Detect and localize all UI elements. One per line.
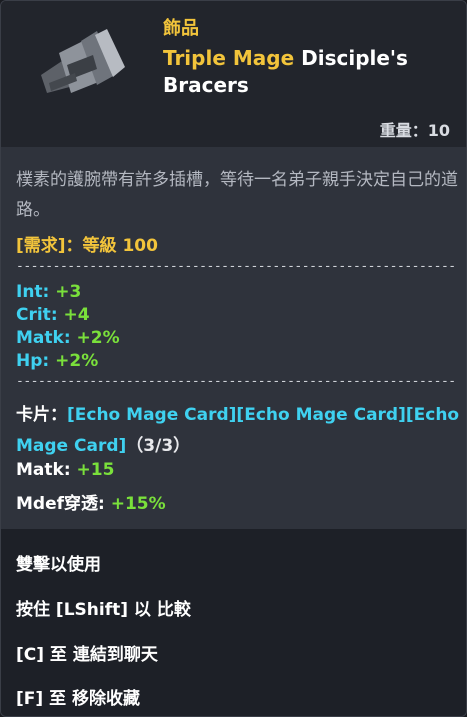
stat-matk: Matk: +2% — [16, 327, 120, 349]
stat-key: Matk: — [16, 328, 77, 348]
action-remove-favorite-hint: [F] 至 移除收藏 — [16, 689, 140, 709]
item-weight: 重量：10 — [379, 121, 450, 140]
bonus-value: +15% — [110, 494, 166, 514]
stat-int: Int: +3 — [16, 281, 81, 303]
separator: ----------------------------------------… — [16, 374, 456, 389]
stat-key: Crit: — [16, 305, 64, 325]
action-compare-hint: 按住 [LShift] 以 比較 — [16, 600, 191, 620]
tooltip-body: 樸素的護腕帶有許多插槽，等待一名弟子親手決定自己的道路。 [需求]：等級 100… — [1, 147, 466, 529]
card-bonus-matk: Matk: +15 — [16, 460, 114, 480]
stat-key: Int: — [16, 282, 56, 302]
card-slots: 卡片：[Echo Mage Card][Echo Mage Card][Echo… — [16, 400, 461, 462]
item-description: 樸素的護腕帶有許多插槽，等待一名弟子親手決定自己的道路。 — [16, 170, 458, 220]
item-category: 飾品 — [163, 18, 199, 39]
stat-value: +3 — [55, 282, 82, 302]
tooltip-header: 飾品 Triple Mage Disciple's Bracers 重量：10 — [1, 1, 466, 147]
item-title-prefix: Triple Mage — [163, 46, 295, 70]
card-count: （3/3） — [126, 436, 191, 456]
stat-crit: Crit: +4 — [16, 304, 90, 326]
tooltip-actions: 雙擊以使用 按住 [LShift] 以 比較 [C] 至 連結到聊天 [F] 至… — [1, 529, 466, 716]
stat-hp: Hp: +2% — [16, 350, 98, 372]
stat-value: +2% — [76, 328, 120, 348]
item-requirement: [需求]：等級 100 — [16, 236, 158, 256]
action-link-chat-hint: [C] 至 連結到聊天 — [16, 645, 158, 665]
cards-label: 卡片： — [16, 405, 67, 425]
stat-key: Hp: — [16, 351, 56, 371]
item-title: Triple Mage Disciple's Bracers — [163, 45, 453, 99]
card-bonus-mdef-pen: Mdef穿透: +15% — [16, 489, 166, 514]
stat-value: +4 — [63, 305, 90, 325]
stat-value: +2% — [55, 351, 99, 371]
card-names: [Echo Mage Card][Echo Mage Card][Echo Ma… — [16, 405, 460, 456]
bracer-icon — [31, 23, 131, 111]
bonus-key: Matk: — [16, 460, 77, 480]
item-tooltip: 飾品 Triple Mage Disciple's Bracers 重量：10 … — [0, 0, 467, 717]
separator: ----------------------------------------… — [16, 259, 456, 274]
bonus-key: Mdef穿透: — [16, 494, 111, 514]
bonus-value: +15 — [76, 460, 115, 480]
action-double-click-use: 雙擊以使用 — [16, 555, 101, 575]
